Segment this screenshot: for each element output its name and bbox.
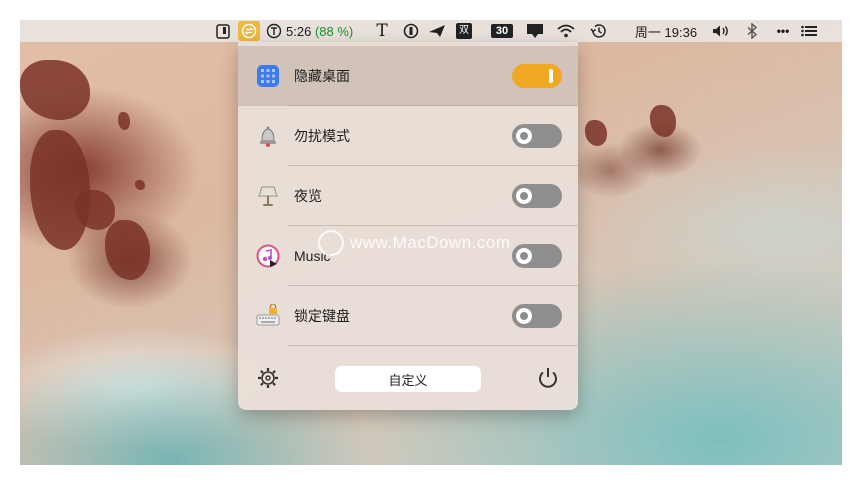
time-machine-icon[interactable] [588, 20, 610, 42]
volume-icon[interactable] [710, 20, 732, 42]
rock [30, 130, 90, 250]
row-night-shift[interactable]: 夜览 [238, 166, 578, 226]
phone-icon[interactable] [213, 20, 233, 42]
calendar-icon[interactable]: 30 [488, 20, 516, 42]
row-hide-desktop[interactable]: 隐藏桌面 [238, 46, 578, 106]
rock [118, 112, 130, 130]
panel-footer: 自定义 [238, 346, 578, 410]
clock-datetime[interactable]: 周一 19:36 [628, 20, 704, 42]
timer-icon[interactable] [264, 20, 284, 42]
customize-button[interactable]: 自定义 [335, 366, 481, 392]
wifi-icon[interactable] [555, 20, 577, 42]
battery-percent: (88 %) [314, 23, 354, 39]
rock [650, 105, 676, 137]
calendar-day: 30 [490, 24, 514, 38]
notification-center-icon[interactable] [798, 20, 820, 42]
quick-toggle-app-icon[interactable] [238, 21, 260, 41]
watermark-text: www.MacDown.com [350, 233, 511, 252]
1password-icon[interactable] [401, 20, 421, 42]
notification-bell-icon[interactable] [524, 20, 546, 42]
keyboard-lock-icon [256, 304, 280, 328]
lamp-icon [256, 184, 280, 208]
watermark-logo-icon [318, 230, 344, 256]
hide-desktop-toggle[interactable] [512, 64, 562, 88]
rock [135, 180, 145, 190]
battery-time[interactable]: 5:26 (88 %) [286, 20, 362, 42]
more-icon[interactable]: ••• [770, 20, 796, 42]
menu-bar: 5:26 (88 %) T 双 30 周一 19:36 ••• [20, 20, 842, 42]
row-label: 夜览 [294, 188, 322, 204]
grid-icon [256, 64, 280, 88]
rock [105, 220, 150, 280]
row-lock-keyboard[interactable]: 锁定键盘 [238, 286, 578, 346]
night-shift-toggle[interactable] [512, 184, 562, 208]
rock [20, 60, 90, 120]
bell-icon [256, 124, 280, 148]
watermark: www.MacDown.com [318, 230, 548, 256]
music-icon [256, 244, 280, 268]
gear-icon[interactable] [256, 366, 280, 394]
row-label: 隐藏桌面 [294, 68, 350, 84]
paper-plane-icon[interactable] [427, 20, 447, 42]
bluetooth-icon[interactable] [742, 20, 762, 42]
input-method-label: 双 [456, 23, 472, 39]
do-not-disturb-toggle[interactable] [512, 124, 562, 148]
battery-time-text: 5:26 [286, 23, 312, 39]
quick-toggle-panel: 隐藏桌面 勿扰模式 夜览 Music 锁定键盘 自定义 [238, 42, 578, 410]
row-do-not-disturb[interactable]: 勿扰模式 [238, 106, 578, 166]
input-method-shuang[interactable]: 双 [454, 20, 474, 42]
rock [585, 120, 607, 146]
row-label: 勿扰模式 [294, 128, 350, 144]
text-tool-icon[interactable]: T [372, 20, 392, 42]
row-label: 锁定键盘 [294, 308, 350, 324]
lock-keyboard-toggle[interactable] [512, 304, 562, 328]
power-icon[interactable] [536, 366, 560, 394]
